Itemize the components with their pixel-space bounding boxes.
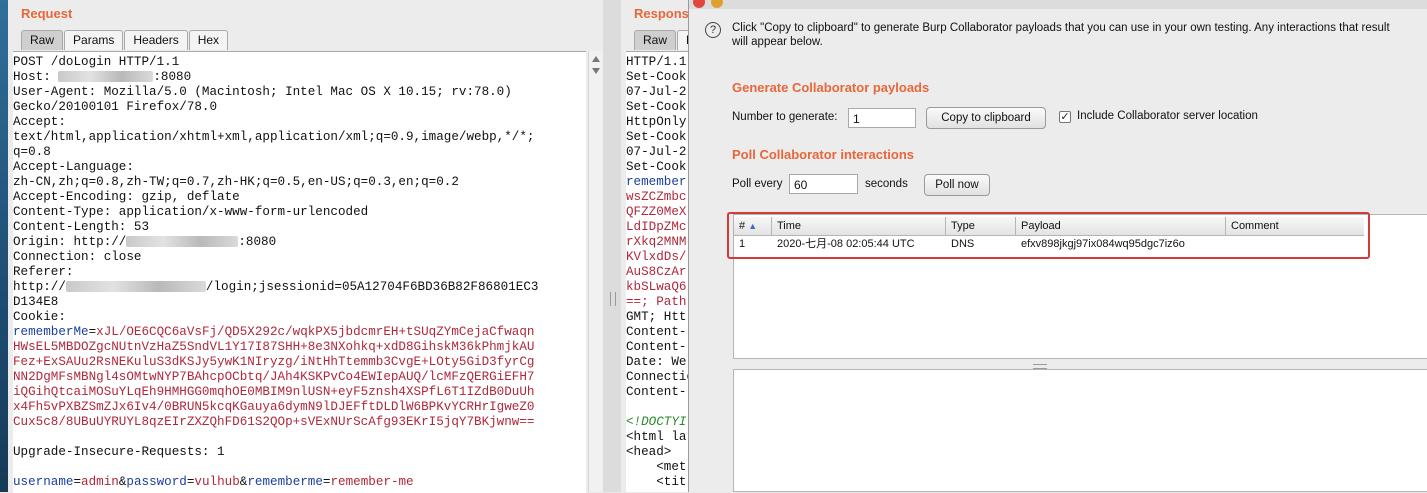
accept-q: q=0.8 <box>13 145 51 159</box>
intro-text: Click "Copy to clipboard" to generate Bu… <box>732 22 1390 48</box>
scroll-up-icon[interactable] <box>592 56 600 62</box>
cookie-rememberme: rememberMe=xJL/OE6CQC6aVsFj/QD5X292c/wqk… <box>13 325 535 339</box>
content-type-header: Content-Type: application/x-www-form-url… <box>13 205 369 219</box>
close-window-icon[interactable] <box>693 0 705 8</box>
copy-to-clipboard-button[interactable]: Copy to clipboard <box>926 107 1046 129</box>
tab-hex[interactable]: Hex <box>188 30 229 50</box>
number-to-generate-input[interactable]: 1 <box>848 108 916 128</box>
accept-header: Accept: <box>13 115 66 129</box>
seconds-label: seconds <box>865 178 908 190</box>
html-line: <head> <box>626 445 672 459</box>
divider-grip-icon[interactable] <box>610 292 616 306</box>
cookie-value-line: x4Fh5vPXBZSmZJx6Iv4/0BRUN5kcqKGauya6dymN… <box>13 400 535 414</box>
minimize-window-icon[interactable] <box>711 0 723 8</box>
cookie-value-line: Cux5c8/8UBuUYRUYL8qzEIrZXZQhFD61S2QOp+sV… <box>13 415 535 429</box>
poll-section-title: Poll Collaborator interactions <box>732 147 915 162</box>
user-agent-cont: Gecko/20100101 Firefox/78.0 <box>13 100 218 114</box>
doctype-line: <!DOCTYI <box>626 415 687 429</box>
response-line: Date: We <box>626 355 687 369</box>
annotation-highlight-box <box>727 212 1370 259</box>
response-cookie-value: wsZCZmbc <box>626 190 687 204</box>
response-line: Content- <box>626 325 687 339</box>
user-agent-header: User-Agent: Mozilla/5.0 (Macintosh; Inte… <box>13 85 512 99</box>
poll-interval-input[interactable]: 60 <box>789 174 858 194</box>
response-cookie-value: KVlxdDs/ <box>626 250 687 264</box>
html-line: <tit <box>626 475 687 489</box>
window-titlebar[interactable] <box>689 0 1427 9</box>
accept-value: text/html,application/xhtml+xml,applicat… <box>13 130 535 144</box>
response-line: Set-Cook <box>626 100 687 114</box>
redacted-host <box>58 71 154 83</box>
response-line: HttpOnly <box>626 115 687 129</box>
help-icon[interactable]: ? <box>705 22 721 38</box>
accept-language-value: zh-CN,zh;q=0.8,zh-TW;q=0.7,zh-HK;q=0.5,e… <box>13 175 459 189</box>
response-cookie-value: rXkq2MNM <box>626 235 687 249</box>
response-line: Content- <box>626 340 687 354</box>
tab-headers[interactable]: Headers <box>124 30 188 50</box>
scroll-down-icon[interactable] <box>592 68 600 74</box>
response-line: 07-Jul-2 <box>626 85 687 99</box>
host-header: Host: :8080 <box>13 70 192 84</box>
response-line: Set-Cook <box>626 130 687 144</box>
interaction-detail-panel <box>733 369 1427 492</box>
response-cookie-name: remember <box>626 175 687 189</box>
referer-header: Referer: <box>13 265 74 279</box>
response-cookie-value: QFZZ0MeX <box>626 205 687 219</box>
upgrade-insecure-header: Upgrade-Insecure-Requests: 1 <box>13 445 225 459</box>
request-tabs: Raw Params Headers Hex <box>21 30 229 51</box>
html-line: <met <box>626 460 687 474</box>
accept-encoding-header: Accept-Encoding: gzip, deflate <box>13 190 240 204</box>
poll-now-button[interactable]: Poll now <box>924 174 990 196</box>
response-line: Content- <box>626 385 687 399</box>
connection-header: Connection: close <box>13 250 142 264</box>
redacted-origin <box>126 236 239 248</box>
request-scrollbar[interactable] <box>588 51 604 492</box>
cookie-value-line: iQGihQtcaiMOSuYLqEh9HMHGG0mqhOE0MBIM9nlU… <box>13 385 535 399</box>
tab-params[interactable]: Params <box>64 30 124 50</box>
response-cookie-value: AuS8CzAr <box>626 265 687 279</box>
referer-value: http:///login;jsessionid=05A12704F6BD36B… <box>13 280 539 294</box>
request-pane: Request Raw Params Headers Hex POST /doL… <box>8 0 604 493</box>
pane-divider[interactable] <box>603 0 621 492</box>
number-to-generate-label: Number to generate: <box>732 111 838 123</box>
request-title: Request <box>21 6 73 21</box>
redacted-referer <box>65 281 206 293</box>
content-length-header: Content-Length: 53 <box>13 220 150 234</box>
response-cookie-value: kbSLwaQ6 <box>626 280 687 294</box>
include-server-label: Include Collaborator server location <box>1077 110 1258 122</box>
response-tabs: Raw H <box>634 30 691 51</box>
cookie-value-line: NN2DgMFsMBNgl4sOMtwNYP7BAhcpOCbtq/JAh4KS… <box>13 370 535 384</box>
tab-raw[interactable]: Raw <box>21 30 64 50</box>
html-line: <html la <box>626 430 687 444</box>
request-body: username=admin&password=vulhub&rememberm… <box>13 475 414 489</box>
generate-section-title: Generate Collaborator payloads <box>732 80 930 95</box>
response-editor[interactable]: HTTP/1.1 Set-Cook 07-Jul-2 Set-Cook Http… <box>626 51 691 492</box>
accept-language-header: Accept-Language: <box>13 160 134 174</box>
cookie-value-line: Fez+ExSAUu2RsNEKuluS3dKSJy5ywK1NIryzg/iN… <box>13 355 535 369</box>
tab-raw[interactable]: Raw <box>634 30 677 50</box>
response-line: Set-Cook <box>626 70 687 84</box>
origin-header: Origin: http://:8080 <box>13 235 277 249</box>
poll-every-label: Poll every <box>732 178 783 190</box>
response-line: Connectio <box>626 370 691 384</box>
referer-tail: D134E8 <box>13 295 59 309</box>
response-cookie-value: ==; Path <box>626 295 687 309</box>
cookie-header: Cookie: <box>13 310 66 324</box>
response-line: GMT; Htt <box>626 310 687 324</box>
response-line: 07-Jul-2 <box>626 145 687 159</box>
include-server-checkbox[interactable]: ✓ <box>1059 111 1071 123</box>
response-pane: Respons Raw H HTTP/1.1 Set-Cook 07-Jul-2… <box>621 0 691 492</box>
response-cookie-value: LdIDpZMc <box>626 220 687 234</box>
cookie-value-line: HWsEL5MBDOZgcNUtnVzHaZ5SndVL1Y17I87SHH+8… <box>13 340 535 354</box>
split-handle[interactable] <box>733 362 1427 369</box>
response-line: Set-Cook <box>626 160 687 174</box>
request-line: POST /doLogin HTTP/1.1 <box>13 55 180 69</box>
response-title: Respons <box>634 6 689 21</box>
request-editor[interactable]: POST /doLogin HTTP/1.1 Host: :8080 User-… <box>13 51 586 493</box>
response-line: HTTP/1.1 <box>626 55 687 69</box>
